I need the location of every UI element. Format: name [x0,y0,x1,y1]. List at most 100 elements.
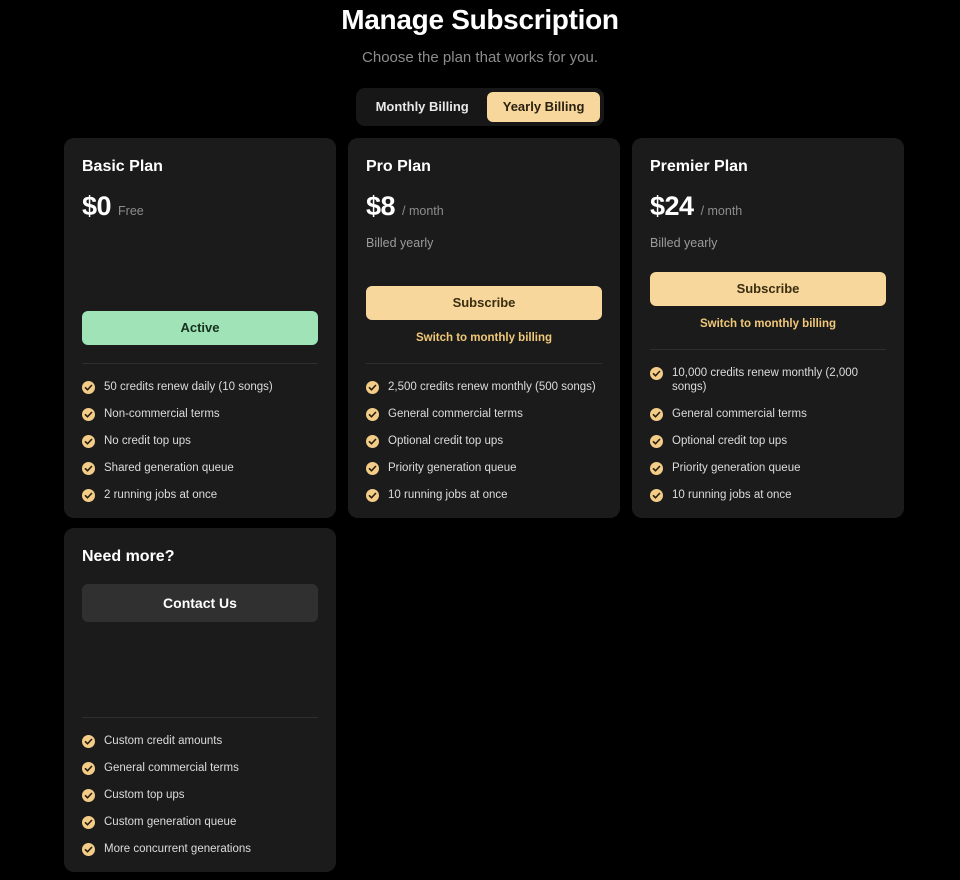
feature-text: 10 running jobs at once [672,488,792,502]
check-circle-icon [82,735,95,748]
billed-note: Billed yearly [366,235,602,251]
feature-item: 10,000 credits renew monthly (2,000 song… [650,366,886,394]
feature-item: General commercial terms [650,407,886,421]
check-circle-icon [82,843,95,856]
check-circle-icon [82,789,95,802]
price-row: $0 Free [82,190,318,222]
feature-list: 50 credits renew daily (10 songs) Non-co… [82,380,318,502]
page-title: Manage Subscription [0,2,960,38]
feature-item: 2 running jobs at once [82,488,318,502]
plan-price-suffix: / month [701,203,743,219]
check-circle-icon [82,435,95,448]
feature-item: General commercial terms [366,407,602,421]
feature-text: Optional credit top ups [388,434,503,448]
feature-text: More concurrent generations [104,842,251,856]
subscription-page: Manage Subscription Choose the plan that… [0,0,960,880]
feature-item: Custom credit amounts [82,734,318,748]
plan-price-suffix: / month [402,203,444,219]
check-circle-icon [366,435,379,448]
switch-billing-link[interactable]: Switch to monthly billing [650,317,886,331]
feature-text: 10,000 credits renew monthly (2,000 song… [672,366,886,394]
check-circle-icon [650,489,663,502]
plan-card-need-more: Need more? Contact Us Custom credit amou… [64,528,336,872]
billed-note [82,235,318,251]
check-circle-icon [366,408,379,421]
feature-item: Priority generation queue [650,461,886,475]
check-circle-icon [82,381,95,394]
check-circle-icon [82,762,95,775]
plan-price: $0 [82,190,111,222]
feature-text: Custom generation queue [104,815,236,829]
card-divider [82,363,318,364]
cta-area: Subscribe Switch to monthly billing [650,272,886,331]
check-circle-icon [650,435,663,448]
feature-item: Shared generation queue [82,461,318,475]
feature-text: Shared generation queue [104,461,234,475]
toggle-yearly-billing[interactable]: Yearly Billing [487,92,601,122]
spacer [82,622,318,699]
plan-price: $8 [366,190,395,222]
feature-item: Optional credit top ups [650,434,886,448]
plan-name: Pro Plan [366,156,602,178]
page-subtitle: Choose the plan that works for you. [0,48,960,68]
feature-list: Custom credit amounts General commercial… [82,734,318,856]
toggle-monthly-billing[interactable]: Monthly Billing [360,92,485,122]
feature-item: No credit top ups [82,434,318,448]
check-circle-icon [366,462,379,475]
check-circle-icon [82,816,95,829]
feature-text: Non-commercial terms [104,407,220,421]
feature-item: 2,500 credits renew monthly (500 songs) [366,380,602,394]
plan-price-suffix: Free [118,203,144,219]
feature-text: Priority generation queue [672,461,801,475]
plan-card-basic: Basic Plan $0 Free Active 50 credits ren… [64,138,336,518]
plan-name: Premier Plan [650,156,886,178]
page-header: Manage Subscription Choose the plan that… [0,0,960,68]
check-circle-icon [650,367,663,380]
card-divider [650,349,886,350]
plan-price: $24 [650,190,694,222]
plan-name: Basic Plan [82,156,318,178]
plan-cta-button[interactable]: Subscribe [366,286,602,320]
billed-note: Billed yearly [650,235,886,251]
feature-item: Non-commercial terms [82,407,318,421]
price-row: $8 / month [366,190,602,222]
switch-billing-link[interactable]: Switch to monthly billing [366,331,602,345]
plan-cta-button[interactable]: Subscribe [650,272,886,306]
feature-text: 2,500 credits renew monthly (500 songs) [388,380,596,394]
plan-cta-button[interactable]: Active [82,311,318,345]
card-divider [82,717,318,718]
feature-item: 10 running jobs at once [650,488,886,502]
cta-area: Subscribe Switch to monthly billing [366,286,602,345]
cta-area: Active [82,311,318,345]
plan-card-grid: Basic Plan $0 Free Active 50 credits ren… [64,138,904,518]
feature-text: General commercial terms [104,761,239,775]
price-row: $24 / month [650,190,886,222]
check-circle-icon [366,381,379,394]
feature-list: 2,500 credits renew monthly (500 songs) … [366,380,602,502]
check-circle-icon [82,408,95,421]
feature-text: General commercial terms [388,407,523,421]
card-divider [366,363,602,364]
feature-item: Custom top ups [82,788,318,802]
plan-card-premier: Premier Plan $24 / month Billed yearly S… [632,138,904,518]
contact-us-button[interactable]: Contact Us [82,584,318,622]
check-circle-icon [366,489,379,502]
feature-item: Custom generation queue [82,815,318,829]
feature-item: Optional credit top ups [366,434,602,448]
feature-item: Priority generation queue [366,461,602,475]
plan-card-pro: Pro Plan $8 / month Billed yearly Subscr… [348,138,620,518]
feature-text: Custom credit amounts [104,734,222,748]
check-circle-icon [650,408,663,421]
feature-item: More concurrent generations [82,842,318,856]
feature-item: 50 credits renew daily (10 songs) [82,380,318,394]
feature-text: 2 running jobs at once [104,488,217,502]
feature-text: No credit top ups [104,434,191,448]
billing-toggle-wrap: Monthly Billing Yearly Billing [0,88,960,126]
feature-text: 50 credits renew daily (10 songs) [104,380,273,394]
feature-list: 10,000 credits renew monthly (2,000 song… [650,366,886,502]
feature-text: Custom top ups [104,788,185,802]
feature-text: Priority generation queue [388,461,517,475]
feature-text: Optional credit top ups [672,434,787,448]
billing-toggle: Monthly Billing Yearly Billing [356,88,605,126]
feature-item: General commercial terms [82,761,318,775]
